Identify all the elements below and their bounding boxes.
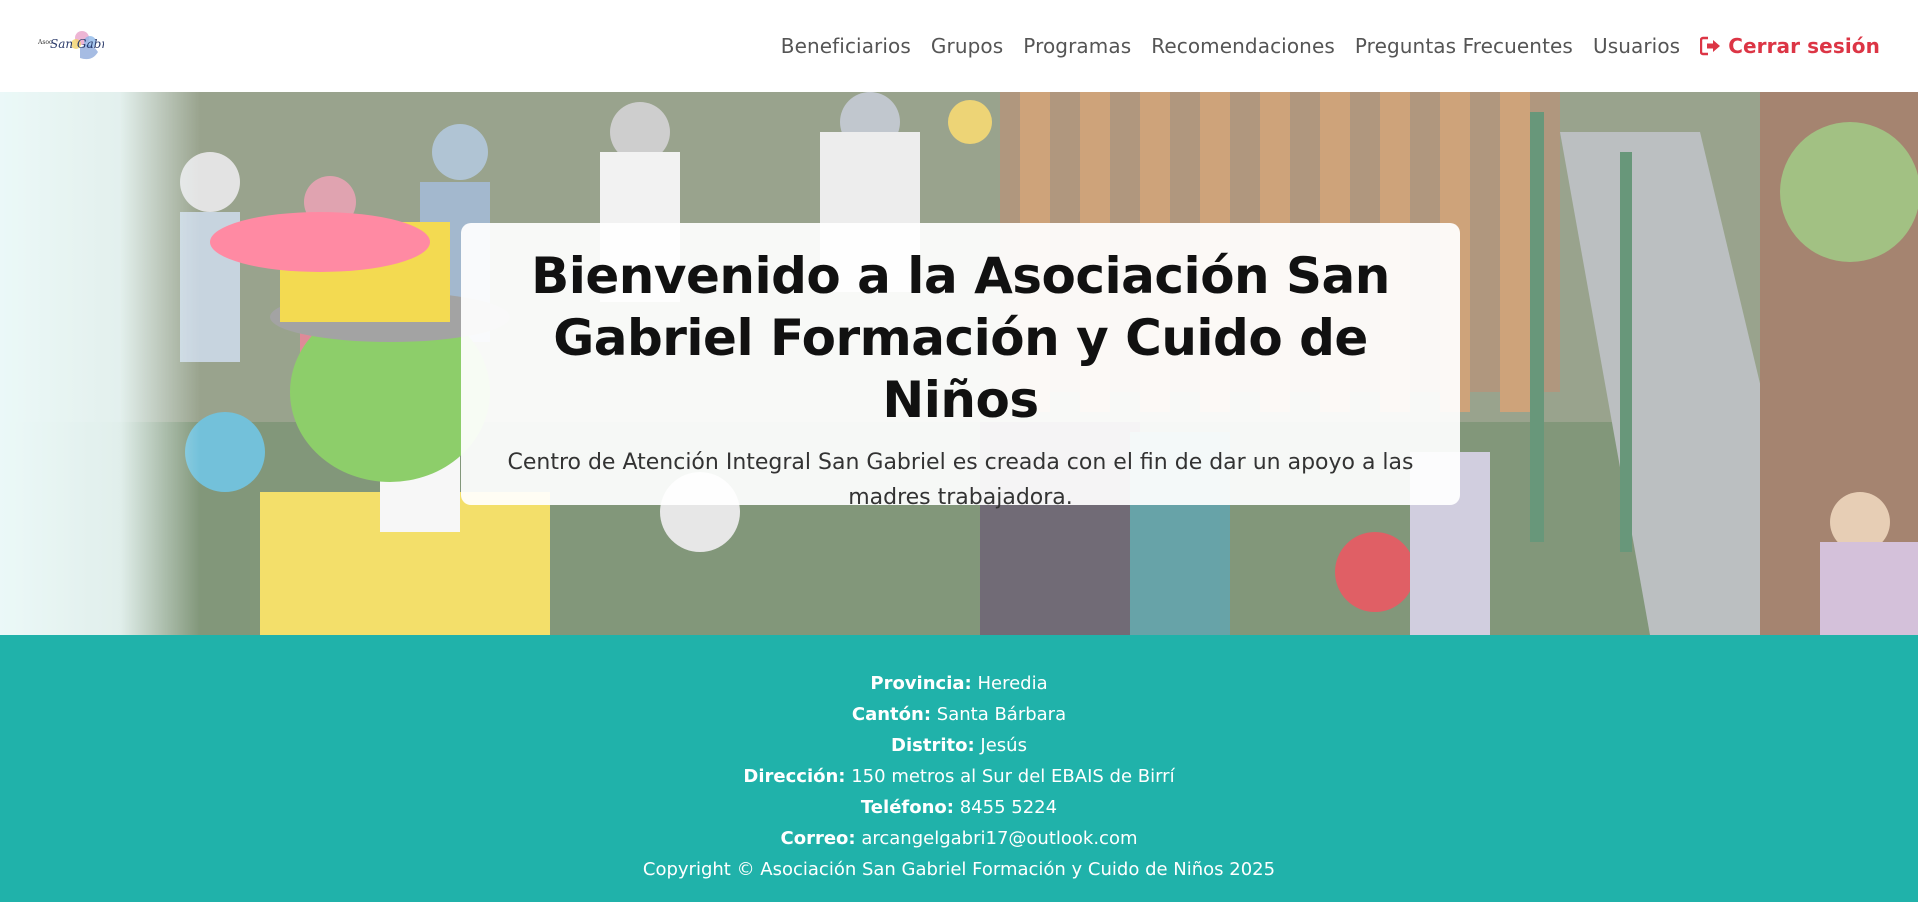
provincia-value: Heredia: [977, 673, 1048, 694]
footer-telefono: Teléfono: 8455 5224: [0, 792, 1918, 823]
footer-correo: Correo: arcangelgabri17@outlook.com: [0, 823, 1918, 854]
logout-button[interactable]: Cerrar sesión: [1700, 34, 1880, 58]
nav-programas[interactable]: Programas: [1023, 34, 1131, 58]
footer: Provincia: Heredia Cantón: Santa Bárbara…: [0, 635, 1918, 902]
distrito-value: Jesús: [980, 735, 1027, 756]
san-gabriel-logo-icon: Asoc San Gabriel: [37, 31, 122, 60]
brand-logo[interactable]: Asoc San Gabriel: [30, 26, 122, 66]
footer-provincia: Provincia: Heredia: [0, 668, 1918, 699]
canton-label: Cantón:: [851, 704, 932, 725]
footer-direccion: Dirección: 150 metros al Sur del EBAIS d…: [0, 761, 1918, 792]
provincia-label: Provincia:: [870, 673, 972, 694]
nav-recomendaciones[interactable]: Recomendaciones: [1151, 34, 1335, 58]
direccion-value: 150 metros al Sur del EBAIS de Birrí: [851, 766, 1175, 787]
telefono-label: Teléfono:: [860, 797, 954, 818]
sign-out-icon: [1700, 36, 1721, 56]
logo-text: San Gabriel: [50, 37, 104, 51]
direccion-label: Dirección:: [743, 766, 846, 787]
welcome-card: Bienvenido a la Asociación San Gabriel F…: [461, 223, 1460, 510]
nav-grupos[interactable]: Grupos: [931, 34, 1003, 58]
logout-label: Cerrar sesión: [1728, 34, 1880, 58]
nav-preguntas-frecuentes[interactable]: Preguntas Frecuentes: [1355, 34, 1573, 58]
nav-beneficiarios[interactable]: Beneficiarios: [781, 34, 911, 58]
page-title: Bienvenido a la Asociación San Gabriel F…: [531, 247, 1390, 429]
canton-value: Santa Bárbara: [936, 704, 1067, 725]
hero-subtitle: Centro de Atención Integral San Gabriel …: [507, 450, 1414, 510]
footer-canton: Cantón: Santa Bárbara: [0, 699, 1918, 730]
telefono-value: 8455 5224: [959, 797, 1058, 818]
navbar: Asoc San Gabriel Beneficiarios Grupos Pr…: [0, 0, 1918, 92]
footer-distrito: Distrito: Jesús: [0, 730, 1918, 761]
footer-copyright: Copyright © Asociación San Gabriel Forma…: [642, 859, 1276, 880]
nav-menu: Beneficiarios Grupos Programas Recomenda…: [781, 34, 1888, 58]
correo-label: Correo:: [780, 828, 856, 849]
nav-usuarios[interactable]: Usuarios: [1593, 34, 1680, 58]
hero-section: Bienvenido a la Asociación San Gabriel F…: [0, 92, 1918, 635]
correo-value: arcangelgabri17@outlook.com: [861, 828, 1138, 849]
distrito-label: Distrito:: [891, 735, 975, 756]
